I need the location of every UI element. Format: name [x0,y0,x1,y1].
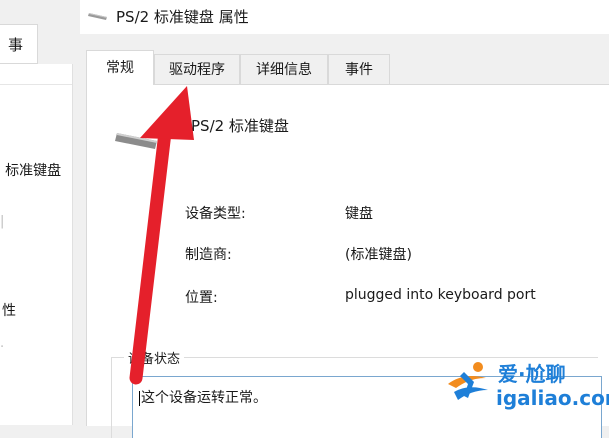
background-device-entry[interactable]: : 标准键盘 [0,160,61,180]
keyboard-icon [88,13,107,20]
tab-driver[interactable]: 驱动程序 [154,54,240,84]
location-label: 位置: [185,290,218,306]
background-faint-mark: | [0,214,5,229]
tab-events[interactable]: 事件 [328,54,390,84]
watermark-logo-icon [448,362,488,400]
background-section-label: 性 [2,303,16,319]
tab-details-label: 详细信息 [256,62,312,78]
tab-events-label: 事件 [345,62,373,78]
tab-driver-label: 驱动程序 [169,62,225,78]
tab-details[interactable]: 详细信息 [240,54,328,84]
background-panel: : 标准键盘 | 性 · [0,64,73,425]
background-tab[interactable]: 事件 [0,24,38,94]
tab-general[interactable]: 常规 [86,50,154,85]
device-status-label: 设备状态 [124,348,185,367]
tab-general-label: 常规 [106,60,134,76]
background-window: 事件 : 标准键盘 | 性 · [0,0,81,425]
manufacturer-label: 制造商: [185,247,232,263]
background-divider [0,84,72,85]
background-faint-mark: · [0,340,5,355]
watermark-cn-text: 爱·尬聊 [498,362,566,386]
title-bar[interactable]: PS/2 标准键盘 属性 [80,0,609,34]
dialog-title: PS/2 标准键盘 属性 [116,8,249,26]
device-name: PS/2 标准键盘 [191,117,289,135]
keyboard-device-icon [115,133,157,149]
text-caret [139,390,140,406]
location-value: plugged into keyboard port [345,287,536,303]
device-type-label: 设备类型: [185,206,246,222]
watermark-en-text: igaliao.com [496,386,609,410]
device-type-value: 键盘 [345,206,373,222]
manufacturer-value: (标准键盘) [345,247,412,263]
device-status-text: 这个设备运转正常。 [141,390,267,406]
watermark: 爱·尬聊 igaliao.com [444,356,609,418]
